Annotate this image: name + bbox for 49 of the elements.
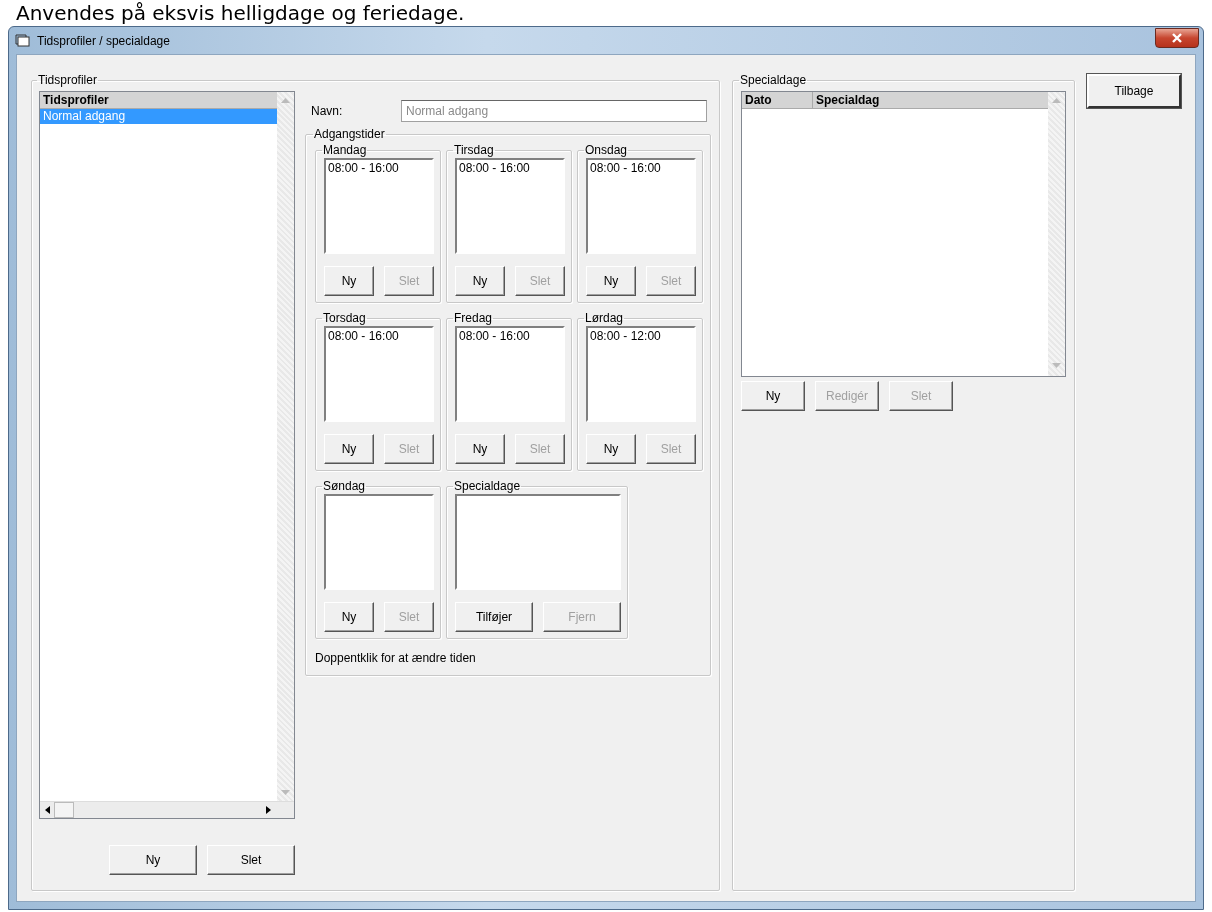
time-entry[interactable]: 08:00 - 16:00	[326, 160, 432, 176]
column-header: Specialdag	[815, 92, 881, 108]
group-title: Adgangstider	[313, 127, 386, 141]
group-title: Tidsprofiler	[37, 73, 98, 87]
up-arrow-icon	[1052, 98, 1061, 103]
left-arrow-icon	[45, 806, 50, 814]
column-header: Dato	[742, 92, 813, 108]
down-arrow-icon	[281, 790, 290, 795]
action-button[interactable]: Ny	[109, 845, 197, 875]
group-title: Søndag	[322, 479, 367, 493]
time-entry[interactable]: 08:00 - 16:00	[457, 160, 563, 176]
vertical-scrollbar[interactable]	[1048, 92, 1065, 376]
group-title: Torsdag	[322, 311, 367, 325]
window-icon	[15, 33, 31, 48]
close-button[interactable]	[1155, 27, 1199, 48]
group-title: Fredag	[453, 311, 494, 325]
action-button[interactable]: Ny	[324, 602, 374, 632]
action-button[interactable]: Tilføjer	[455, 602, 533, 632]
group-title: Onsdag	[584, 143, 629, 157]
time-entry[interactable]: 08:00 - 16:00	[457, 328, 563, 344]
horizontal-scrollbar[interactable]	[40, 801, 294, 818]
group-title: Specialdage	[453, 479, 522, 493]
vertical-scrollbar[interactable]	[277, 92, 294, 801]
group-title: Tirsdag	[453, 143, 495, 157]
group-title: Specialdage	[739, 73, 808, 87]
time-entry[interactable]: 08:00 - 12:00	[588, 328, 694, 344]
column-header: Tidsprofiler	[40, 92, 277, 109]
close-icon	[1171, 32, 1183, 43]
scroll-thumb[interactable]	[54, 802, 74, 818]
action-button[interactable]: Ny	[324, 434, 374, 464]
window-title: Tidsprofiler / specialdage	[37, 33, 170, 48]
down-arrow-icon	[1052, 363, 1061, 368]
group-title: Lørdag	[584, 311, 625, 325]
time-entry[interactable]: 08:00 - 16:00	[588, 160, 694, 176]
right-arrow-icon	[266, 806, 271, 814]
time-entry[interactable]: 08:00 - 16:00	[326, 328, 432, 344]
caption-text: Anvendes på eksvis helligdage og feriedage.	[16, 0, 465, 26]
group-title: Mandag	[322, 143, 368, 157]
field-label: Navn:	[310, 104, 344, 118]
action-button[interactable]: Slet	[207, 845, 295, 875]
hint-text: Doppentklik for at ændre tiden	[315, 651, 477, 665]
action-button[interactable]: Ny	[586, 434, 636, 464]
action-button[interactable]: Ny	[455, 266, 505, 296]
action-button[interactable]: Ny	[586, 266, 636, 296]
up-arrow-icon	[281, 98, 290, 103]
action-button[interactable]: Ny	[324, 266, 374, 296]
action-button[interactable]: Ny	[455, 434, 505, 464]
action-button[interactable]: Ny	[741, 381, 805, 411]
back-button[interactable]: Tilbage	[1087, 74, 1181, 108]
